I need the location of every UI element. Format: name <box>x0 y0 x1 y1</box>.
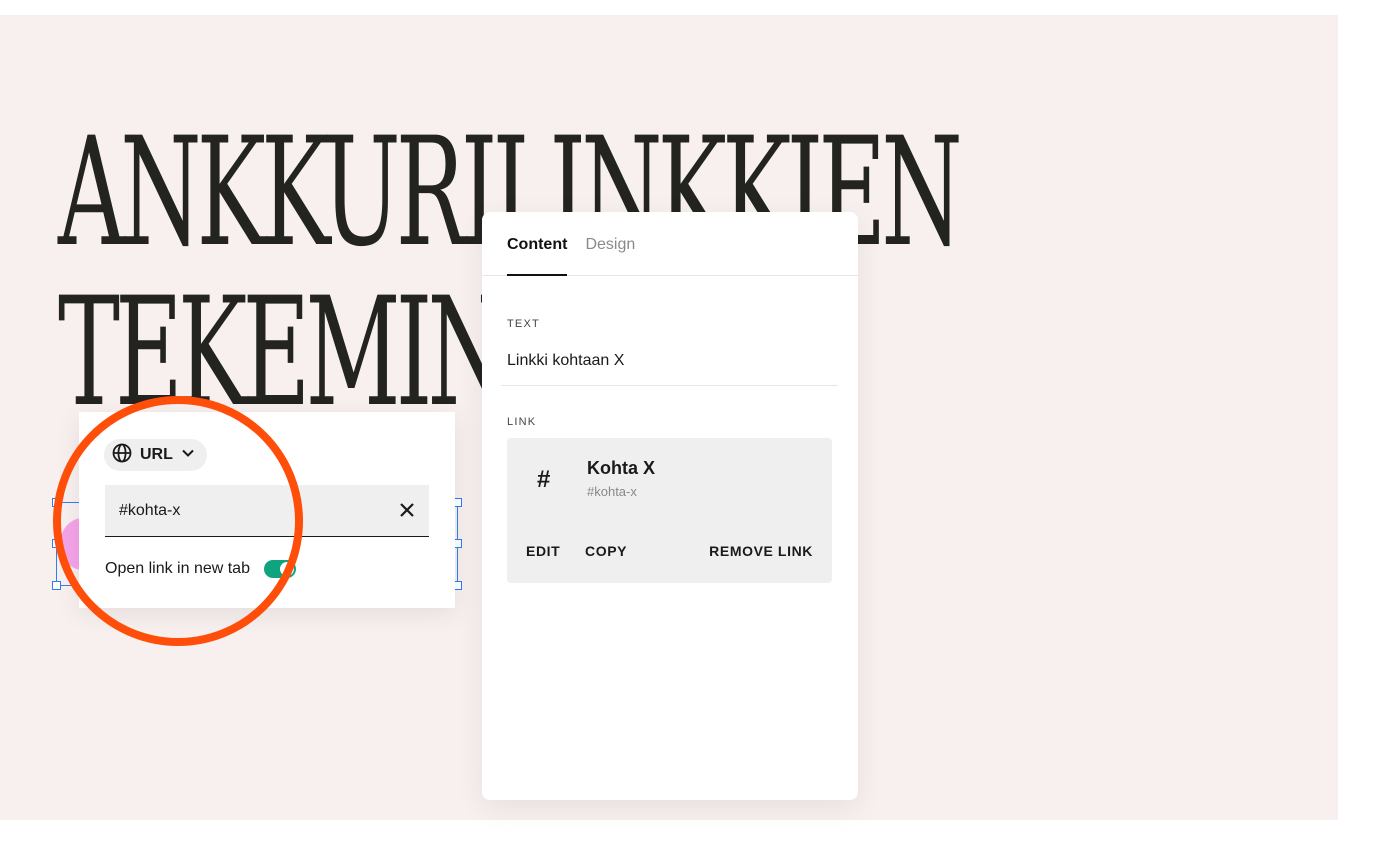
link-type-label: URL <box>140 446 173 463</box>
remove-link-button[interactable]: REMOVE LINK <box>709 543 813 559</box>
new-tab-label: Open link in new tab <box>105 560 250 577</box>
resize-handle-bottom-left[interactable] <box>52 581 61 590</box>
divider <box>501 385 838 386</box>
close-icon[interactable] <box>399 500 415 522</box>
copy-link-button[interactable]: COPY <box>585 543 627 559</box>
resize-handle-top-left[interactable] <box>52 498 61 507</box>
new-tab-toggle[interactable] <box>263 560 296 578</box>
content-panel: Content Design TEXT Linkki kohtaan X LIN… <box>482 212 858 800</box>
globe-icon <box>112 443 132 468</box>
url-input[interactable]: #kohta-x <box>105 485 429 537</box>
resize-handle-mid-left[interactable] <box>52 539 61 548</box>
link-title: Kohta X <box>587 458 656 478</box>
tab-design[interactable]: Design <box>585 212 635 276</box>
link-type-dropdown[interactable]: URL <box>104 439 207 471</box>
text-section-label: TEXT <box>507 318 540 330</box>
edit-link-button[interactable]: EDIT <box>526 543 560 559</box>
chevron-down-icon <box>181 446 195 465</box>
hash-icon: # <box>537 466 551 493</box>
link-anchor: #kohta-x <box>587 484 637 499</box>
url-input-value: #kohta-x <box>119 501 181 519</box>
tab-content[interactable]: Content <box>507 212 568 276</box>
link-card: # Kohta X #kohta-x EDIT COPY REMOVE LINK <box>507 438 832 583</box>
link-text-field[interactable]: Linkki kohtaan X <box>507 352 624 370</box>
link-section-label: LINK <box>507 416 537 428</box>
new-tab-option: Open link in new tab <box>105 560 296 578</box>
link-popover: URL #kohta-x Open link in new tab <box>79 412 455 608</box>
panel-tabs: Content Design <box>482 212 858 276</box>
